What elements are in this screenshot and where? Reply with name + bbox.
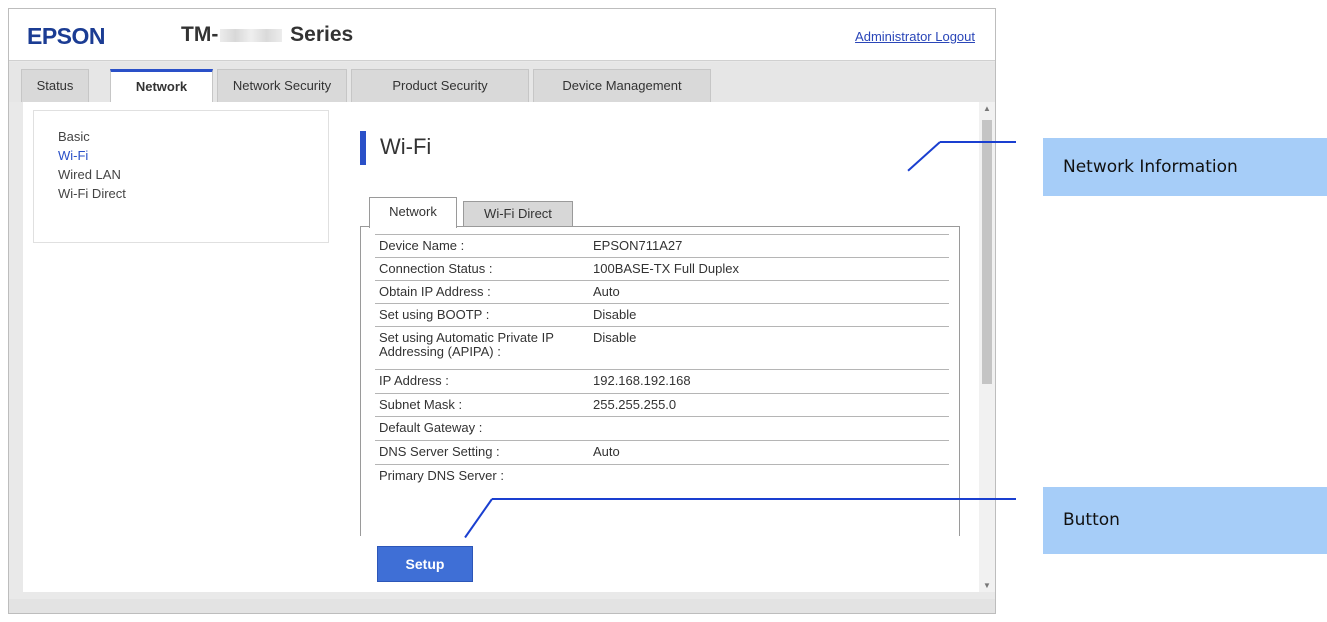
epson-logo: EPSON bbox=[27, 23, 106, 49]
row-value: EPSON711A27 bbox=[593, 238, 683, 253]
tab-status[interactable]: Status bbox=[21, 69, 89, 102]
annotated-screenshot: EPSON TM- Series Administrator Logout St… bbox=[0, 0, 1327, 622]
callout-line bbox=[940, 141, 1016, 143]
vertical-scrollbar[interactable]: ▲ ▼ bbox=[979, 102, 995, 592]
setup-button[interactable]: Setup bbox=[377, 546, 473, 582]
sidebar-menu: Basic Wi-Fi Wired LAN Wi-Fi Direct bbox=[33, 110, 329, 243]
main-content: Basic Wi-Fi Wired LAN Wi-Fi Direct Wi-Fi… bbox=[23, 102, 979, 592]
row-label: Connection Status : bbox=[379, 261, 493, 276]
table-row: Set using BOOTP : Disable bbox=[375, 304, 949, 327]
administrator-logout-link[interactable]: Administrator Logout bbox=[855, 29, 975, 44]
row-label: DNS Server Setting : bbox=[379, 444, 500, 459]
page-title: Wi-Fi bbox=[380, 134, 432, 159]
table-row: Obtain IP Address : Auto bbox=[375, 281, 949, 304]
sidebar-item-wifi[interactable]: Wi-Fi bbox=[58, 146, 328, 165]
callout-line bbox=[492, 498, 1016, 500]
scroll-down-icon[interactable]: ▼ bbox=[979, 581, 995, 590]
row-label: Obtain IP Address : bbox=[379, 284, 491, 299]
row-value: Disable bbox=[593, 330, 637, 345]
model-prefix: TM- bbox=[181, 23, 219, 46]
title-accent-bar bbox=[360, 131, 366, 165]
row-label: Default Gateway : bbox=[379, 420, 483, 435]
sidebar-item-basic[interactable]: Basic bbox=[58, 127, 328, 146]
table-top-rule bbox=[375, 227, 949, 235]
network-info-panel: Device Name : EPSON711A27 Connection Sta… bbox=[360, 226, 960, 536]
redacted-model-number bbox=[220, 28, 283, 42]
row-value: Auto bbox=[593, 284, 620, 299]
tab-device-management[interactable]: Device Management bbox=[533, 69, 711, 102]
table-row: Set using Automatic Private IP Addressin… bbox=[375, 327, 949, 370]
row-label: Device Name : bbox=[379, 238, 465, 253]
tab-network[interactable]: Network bbox=[110, 69, 213, 103]
row-label: IP Address : bbox=[379, 373, 449, 388]
table-row: Primary DNS Server : bbox=[375, 465, 949, 489]
table-row: IP Address : 192.168.192.168 bbox=[375, 370, 949, 394]
row-label: Set using Automatic Private IP Addressin… bbox=[379, 330, 554, 359]
tab-network-security[interactable]: Network Security bbox=[217, 69, 347, 102]
sidebar-item-wired-lan[interactable]: Wired LAN bbox=[58, 165, 328, 184]
callout-button: Button bbox=[1043, 487, 1327, 554]
model-name: TM- Series bbox=[181, 23, 353, 47]
scroll-up-icon[interactable]: ▲ bbox=[979, 104, 995, 113]
tab-product-security[interactable]: Product Security bbox=[351, 69, 529, 102]
subtab-wifi-direct[interactable]: Wi-Fi Direct bbox=[463, 201, 573, 227]
page-footer bbox=[9, 599, 995, 613]
model-suffix: Series bbox=[290, 23, 354, 46]
row-value: 255.255.255.0 bbox=[593, 397, 677, 412]
page-header: EPSON TM- Series Administrator Logout bbox=[9, 9, 995, 61]
scrollbar-thumb[interactable] bbox=[982, 120, 992, 384]
table-row: Connection Status : 100BASE-TX Full Dupl… bbox=[375, 258, 949, 281]
row-label: Subnet Mask : bbox=[379, 397, 463, 412]
browser-page: EPSON TM- Series Administrator Logout St… bbox=[8, 8, 996, 614]
row-value: 192.168.192.168 bbox=[593, 373, 691, 388]
callout-network-information: Network Information bbox=[1043, 138, 1327, 196]
table-row: Default Gateway : bbox=[375, 417, 949, 441]
main-tabs: Status Network Network Security Product … bbox=[9, 62, 995, 103]
table-row: Device Name : EPSON711A27 bbox=[375, 235, 949, 258]
table-row: DNS Server Setting : Auto bbox=[375, 441, 949, 465]
sidebar-item-wifi-direct[interactable]: Wi-Fi Direct bbox=[58, 184, 328, 203]
row-value: Disable bbox=[593, 307, 637, 322]
table-row: Subnet Mask : 255.255.255.0 bbox=[375, 394, 949, 417]
row-label: Primary DNS Server : bbox=[379, 468, 504, 483]
row-value: 100BASE-TX Full Duplex bbox=[593, 261, 739, 276]
subtab-network[interactable]: Network bbox=[369, 197, 457, 228]
row-value: Auto bbox=[593, 444, 620, 459]
row-label: Set using BOOTP : bbox=[379, 307, 490, 322]
